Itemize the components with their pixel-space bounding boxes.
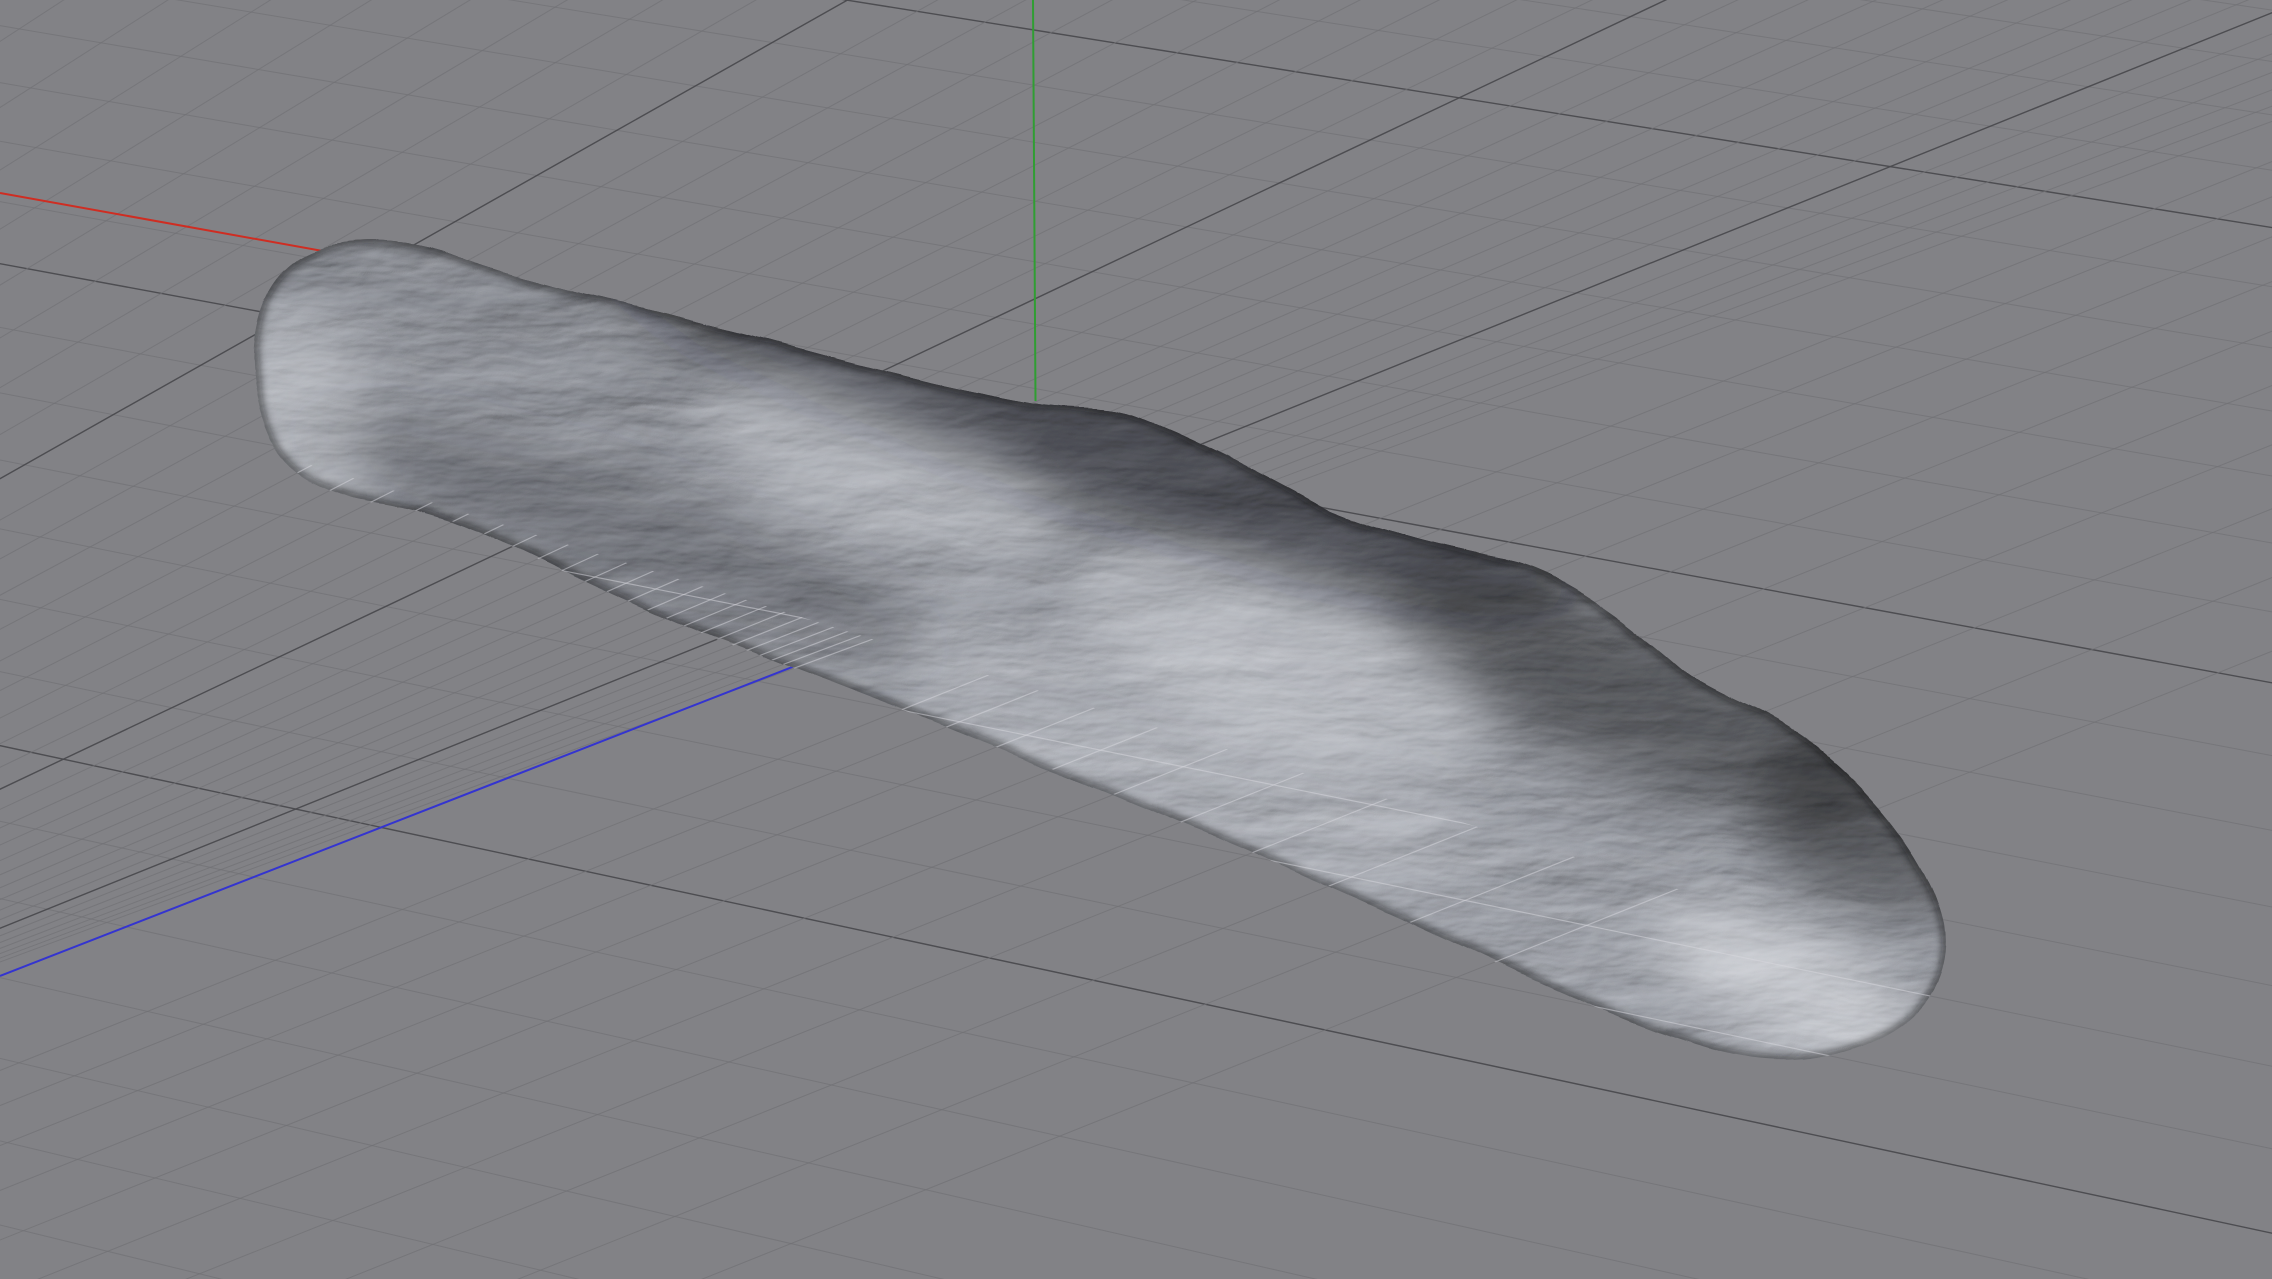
scene-canvas xyxy=(0,0,2272,1279)
viewport-3d[interactable] xyxy=(0,0,2272,1279)
